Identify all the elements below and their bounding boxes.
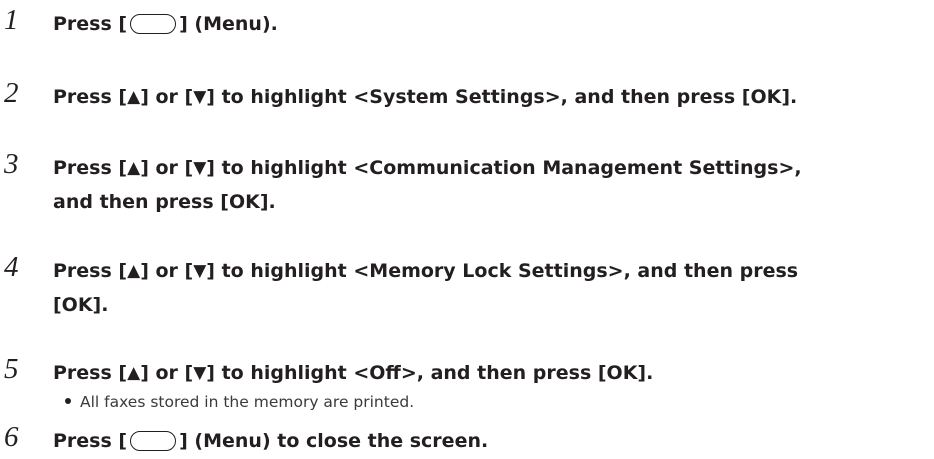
step-3: 3 Press [▲] or [▼] to highlight <Communi… bbox=[0, 148, 934, 220]
down-arrow-icon: ▼ bbox=[193, 158, 207, 178]
bullet-dot-icon bbox=[65, 398, 71, 404]
down-arrow-icon: ▼ bbox=[193, 363, 207, 383]
step-text-line: Press [▲] or [▼] to highlight <Communica… bbox=[53, 152, 931, 186]
step-text-part: Press [ bbox=[53, 86, 128, 108]
bullet-text: All faxes stored in the memory are print… bbox=[80, 393, 415, 411]
step-text-part: Press [ bbox=[53, 362, 128, 384]
step-text-line: and then press [OK]. bbox=[53, 191, 276, 213]
up-arrow-icon: ▲ bbox=[127, 363, 141, 383]
up-arrow-icon: ▲ bbox=[127, 261, 141, 281]
step-text-part: ] to highlight <Memory Lock Settings>, a… bbox=[206, 260, 799, 282]
step-text-part: ] or [ bbox=[140, 260, 194, 282]
down-arrow-icon: ▼ bbox=[193, 261, 207, 281]
step-text-part: ] (Menu) to close the screen. bbox=[179, 430, 489, 452]
step-number: 3 bbox=[4, 148, 19, 180]
menu-key-icon bbox=[130, 431, 177, 451]
up-arrow-icon: ▲ bbox=[127, 87, 141, 107]
menu-key-icon bbox=[130, 14, 177, 34]
step-text-part: ] or [ bbox=[140, 362, 194, 384]
step-text: Press [▲] or [▼] to highlight <Communica… bbox=[53, 152, 931, 219]
step-text: Press [▲] or [▼] to highlight <Memory Lo… bbox=[53, 255, 931, 322]
bullet-item: All faxes stored in the memory are print… bbox=[65, 390, 414, 414]
step-text-part: Press [ bbox=[53, 157, 128, 179]
step-text-line: [OK]. bbox=[53, 294, 109, 316]
step-text-part: ] (Menu). bbox=[179, 13, 278, 35]
step-text-part: ] to highlight <Off>, and then press [OK… bbox=[206, 362, 654, 384]
up-arrow-icon: ▲ bbox=[127, 158, 141, 178]
step-number: 6 bbox=[4, 421, 19, 453]
step-text-line: Press [▲] or [▼] to highlight <Memory Lo… bbox=[53, 255, 931, 289]
step-2: 2 Press [▲] or [▼] to highlight <System … bbox=[0, 77, 934, 115]
step-text-part: ] to highlight <System Settings>, and th… bbox=[206, 86, 798, 108]
step-number: 1 bbox=[4, 4, 19, 36]
step-number: 2 bbox=[4, 77, 19, 109]
step-text: Press [▲] or [▼] to highlight <System Se… bbox=[53, 81, 931, 115]
step-text-part: ] or [ bbox=[140, 86, 194, 108]
step-text-part: ] or [ bbox=[140, 157, 194, 179]
step-number: 5 bbox=[4, 353, 19, 385]
step-text: Press [ ] (Menu). bbox=[53, 8, 931, 41]
step-text-part: ] to highlight <Communication Management… bbox=[206, 157, 802, 179]
step-text-part: Press [ bbox=[53, 13, 128, 35]
step-number: 4 bbox=[4, 251, 19, 283]
step-1: 1 Press [ ] (Menu). bbox=[0, 4, 934, 42]
step-text: Press [▲] or [▼] to highlight <Off>, and… bbox=[53, 357, 931, 391]
step-text-part: Press [ bbox=[53, 260, 128, 282]
down-arrow-icon: ▼ bbox=[193, 87, 207, 107]
step-5-note: All faxes stored in the memory are print… bbox=[0, 390, 934, 414]
step-text: Press [ ] (Menu) to close the screen. bbox=[53, 425, 931, 458]
step-text-part: Press [ bbox=[53, 430, 128, 452]
step-5: 5 Press [▲] or [▼] to highlight <Off>, a… bbox=[0, 353, 934, 391]
step-6: 6 Press [ ] (Menu) to close the screen. bbox=[0, 421, 934, 459]
step-4: 4 Press [▲] or [▼] to highlight <Memory … bbox=[0, 251, 934, 323]
